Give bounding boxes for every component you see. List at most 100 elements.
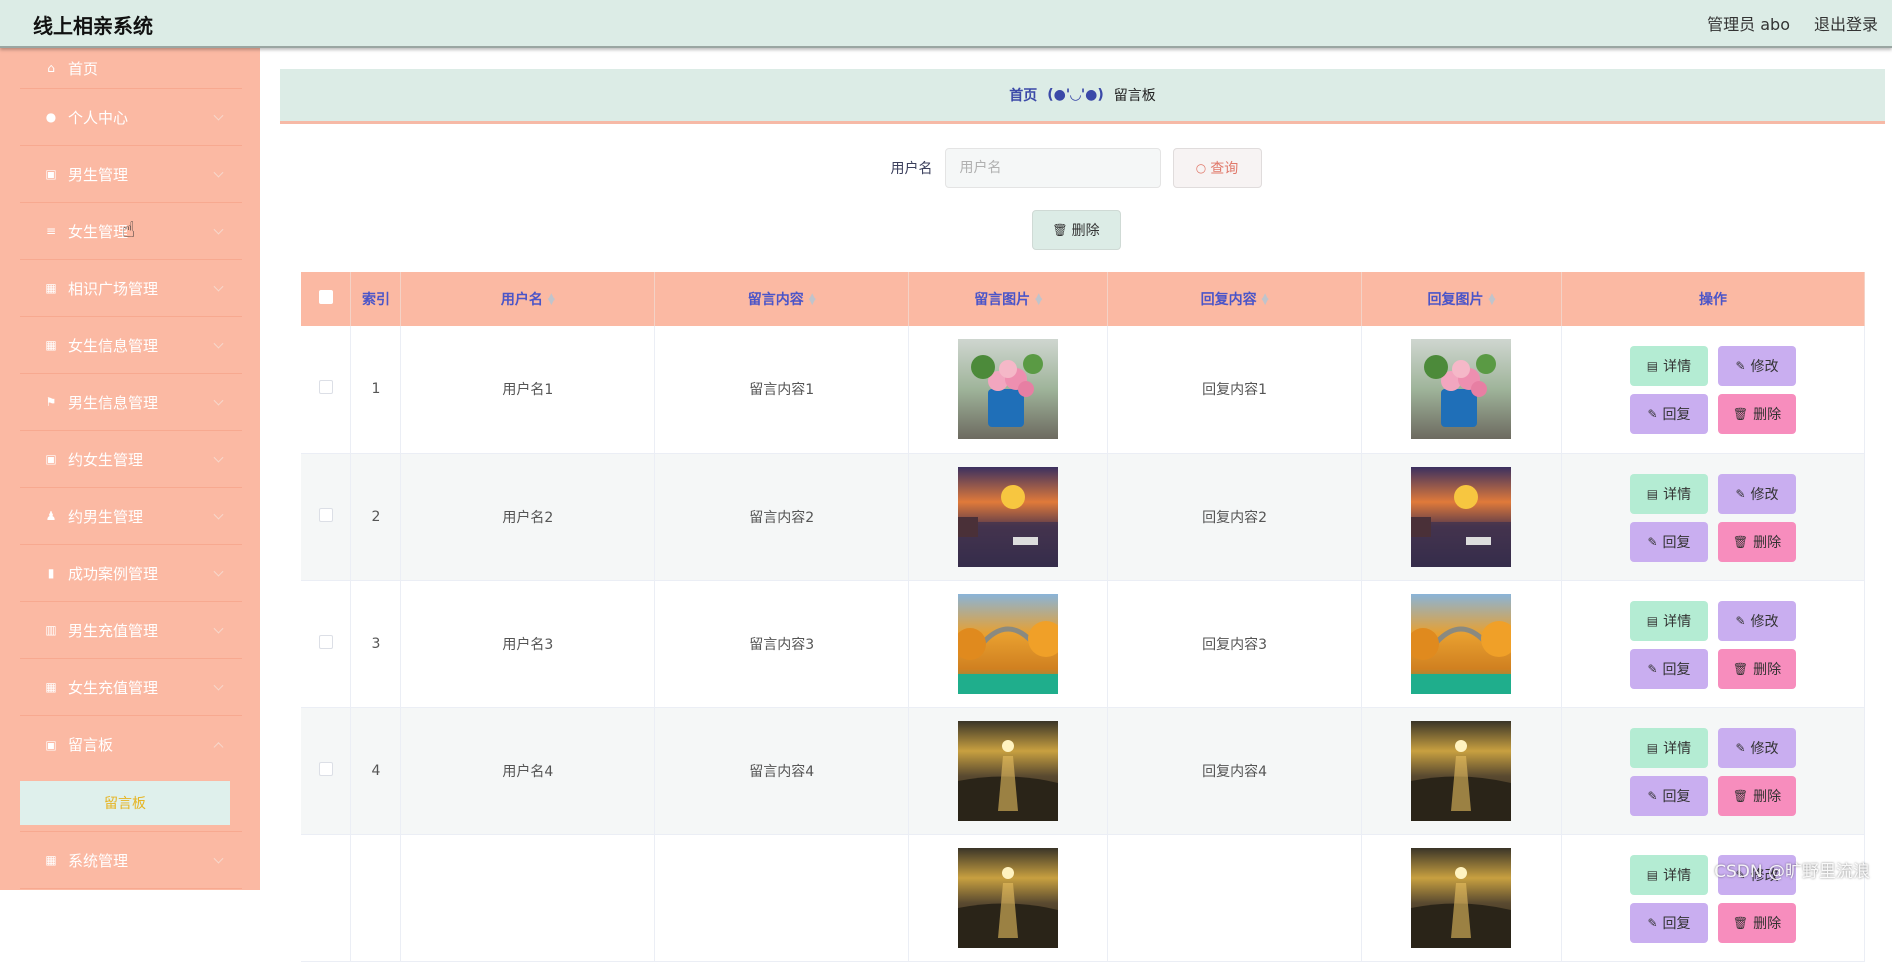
reply-button[interactable]: ✎ 回复 [1629,394,1708,434]
delete-button[interactable]: 🗑 删除 [1717,394,1796,434]
sort-icon[interactable]: ▲ ▼ [1035,293,1042,307]
sidebar-item-boys[interactable]: ▣ 男生管理 [20,146,242,203]
reply-button[interactable]: ✎ 回复 [1629,775,1708,816]
sidebar-item-meet-square[interactable]: ▦ 相识广场管理 [20,260,242,317]
row-checkbox[interactable] [318,634,333,649]
sidebar-item-success-cases[interactable]: ▮ 成功案例管理 [20,545,242,602]
sidebar-item-date-girls[interactable]: ▣ 约女生管理 [20,431,242,488]
breadcrumb: 首页 (●'◡'●) 留言板 [280,69,1885,121]
table-row: 4 用户名4 留言内容4 回复内容4 ▤ 详情 ✎ 修改 ✎ 回复 🗑 删除 [301,707,1866,835]
row-reply-image-cell [1361,326,1562,454]
pencil-icon: ✎ [1647,788,1658,803]
delete-button[interactable]: 🗑 删除 [1717,521,1796,562]
batch-delete-button[interactable]: 🗑 删除 [1031,210,1121,250]
detail-button[interactable]: ▤ 详情 [1629,854,1708,895]
document-icon: ▤ [1646,613,1659,628]
edit-button[interactable]: ✎ 修改 [1717,473,1796,514]
row-checkbox[interactable] [318,380,333,395]
sidebar-item-system[interactable]: ▦ 系统管理 [20,832,242,889]
sidebar-item-girl-recharge[interactable]: ▦ 女生充值管理 [20,659,242,716]
col-image[interactable]: 留言图片 ▲ ▼ [908,272,1109,326]
row-reply: 回复内容3 [1107,580,1362,708]
header-user-area: 管理员 abo 退出登录 [1707,11,1878,35]
col-reply[interactable]: 回复内容 ▲ ▼ [1107,272,1362,326]
building-icon: ▥ [45,623,57,637]
pencil-icon: ✎ [1647,915,1658,930]
row-checkbox[interactable] [318,761,333,776]
sort-icon[interactable]: ▲ ▼ [1489,293,1496,307]
logout-link[interactable]: 退出登录 [1814,11,1878,35]
delete-label: 删除 [1753,915,1782,932]
sidebar-item-boy-recharge[interactable]: ▥ 男生充值管理 [20,602,242,659]
main-content: 首页 (●'◡'●) 留言板 用户名 ○ 查询 🗑 删除 索引 用户名 ▲▼ 留言… [260,48,1892,962]
beach-image[interactable] [1411,720,1512,821]
trash-icon: 🗑 [1732,534,1749,549]
reply-button[interactable]: ✎ 回复 [1629,648,1708,689]
delete-button[interactable]: 🗑 删除 [1717,648,1796,689]
sidebar-item-home[interactable]: ⌂ 首页 [20,48,242,89]
detail-button[interactable]: ▤ 详情 [1629,727,1708,768]
row-content [654,834,910,962]
sunset-image[interactable] [1411,466,1512,567]
chevron-down-icon [213,853,224,864]
edit-button[interactable]: ✎ 修改 [1717,600,1796,641]
col-image-label: 留言图片 [974,292,1031,308]
beach-image[interactable] [958,720,1059,821]
query-button[interactable]: ○ 查询 [1172,148,1262,188]
sidebar-item-date-boys[interactable]: ♟ 约男生管理 [20,488,242,545]
sidebar-item-girl-info[interactable]: ▦ 女生信息管理 [20,317,242,374]
detail-button[interactable]: ▤ 详情 [1629,346,1708,386]
delete-button[interactable]: 🗑 删除 [1717,775,1796,816]
sidebar-item-boy-info[interactable]: ⚑ 男生信息管理 [20,374,242,431]
clipboard-icon: ▣ [45,167,57,181]
edit-label: 修改 [1750,740,1779,757]
reply-button[interactable]: ✎ 回复 [1629,521,1708,562]
detail-button[interactable]: ▤ 详情 [1629,473,1708,514]
admin-label[interactable]: 管理员 abo [1707,11,1790,35]
flowers-image[interactable] [958,339,1059,440]
col-reply-image-label: 回复图片 [1427,292,1484,308]
beach-image[interactable] [1411,847,1512,948]
trash-icon: 🗑 [1732,407,1749,421]
row-username: 用户名1 [400,326,656,454]
sort-icon[interactable]: ▲ ▼ [548,293,555,307]
sidebar-item-label: 系统管理 [68,851,129,870]
col-content[interactable]: 留言内容 ▲ ▼ [654,272,910,326]
message-table: 索引 用户名 ▲ ▼ 留言内容 ▲ ▼ 留言图片 ▲ ▼ 回复内容 ▲ ▼ 回复图片 ▲ ▼ 操作 … [301,272,1866,962]
delete-button[interactable]: 🗑 删除 [1717,902,1796,943]
row-image-cell [908,707,1109,835]
detail-button[interactable]: ▤ 详情 [1629,600,1708,641]
row-checkbox[interactable] [318,507,333,522]
flowers-image[interactable] [1411,339,1512,440]
row-index [350,834,402,962]
autumn-image[interactable] [958,593,1059,694]
select-all-checkbox[interactable] [318,290,333,304]
detail-label: 详情 [1663,359,1692,375]
reply-label: 回复 [1662,534,1691,551]
sunset-image[interactable] [958,466,1059,567]
edit-button[interactable]: ✎ 修改 [1717,346,1796,386]
row-content: 留言内容1 [654,326,910,454]
username-search-input[interactable] [944,148,1161,188]
sidebar-item-personal-center[interactable]: ● 个人中心 [20,89,242,146]
document-icon: ▤ [1646,359,1659,373]
autumn-image[interactable] [1411,593,1512,694]
breadcrumb-home[interactable]: 首页 [1009,85,1037,105]
col-reply-image[interactable]: 回复图片 ▲ ▼ [1361,272,1562,326]
reply-button[interactable]: ✎ 回复 [1629,902,1708,943]
row-actions: ▤ 详情 ✎ 修改 ✎ 回复 🗑 删除 [1561,580,1866,708]
row-select-cell [301,707,352,835]
detail-label: 详情 [1663,740,1692,757]
col-actions: 操作 [1561,272,1866,326]
col-reply-label: 回复内容 [1200,292,1257,308]
sidebar-item-label: 相识广场管理 [68,279,159,298]
sidebar-item-label: 留言板 [68,736,114,754]
beach-image[interactable] [958,847,1059,948]
sidebar-item-message-board[interactable]: ▣ 留言板 [20,716,242,773]
row-username [400,834,656,962]
col-username[interactable]: 用户名 ▲ ▼ [400,272,656,326]
edit-button[interactable]: ✎ 修改 [1717,727,1796,768]
sort-icon[interactable]: ▲ ▼ [1262,293,1269,307]
sidebar-subitem-message-board[interactable]: 留言板 [20,781,230,825]
sort-icon[interactable]: ▲ ▼ [809,293,816,307]
